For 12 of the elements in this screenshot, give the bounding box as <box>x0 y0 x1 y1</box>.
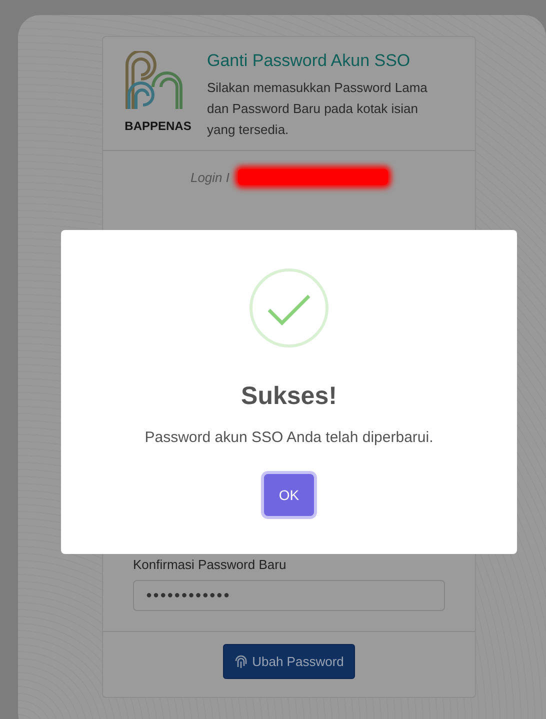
fingerprint-icon <box>234 654 248 668</box>
change-password-button[interactable]: Ubah Password <box>223 644 355 679</box>
instruction-text: Silakan memasukkan Password Lama dan Password Baru pada kotak isian yang tersedia. <box>207 79 428 139</box>
success-check-icon <box>249 268 329 348</box>
password-field[interactable]: ●●●●●●●●●●●● <box>133 580 445 611</box>
logo-text: BAPPENAS <box>124 119 192 133</box>
ok-button[interactable]: OK <box>264 474 314 516</box>
field-label: Konfirmasi Password Baru <box>133 557 288 572</box>
page-title: Ganti Password Akun SSO <box>207 51 412 71</box>
dialog-message: Password akun SSO Anda telah diperbarui. <box>144 429 434 446</box>
dialog-title: Sukses! <box>241 382 337 411</box>
login-id-label: Login I <box>190 170 230 184</box>
